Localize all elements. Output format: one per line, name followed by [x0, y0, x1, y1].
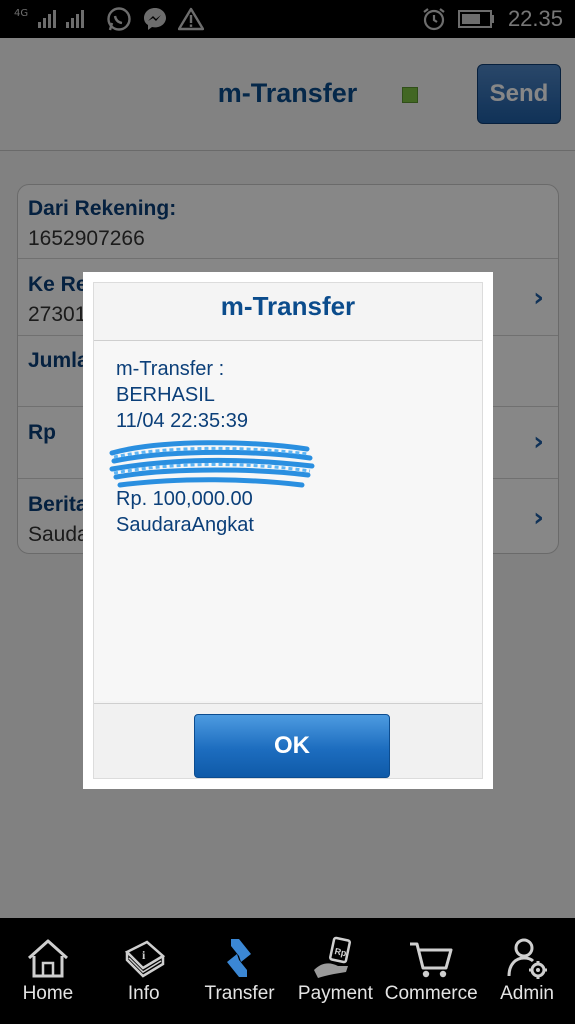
nav-item-admin[interactable]: Admin [479, 918, 575, 1024]
dialog-footer: OK [94, 703, 482, 778]
dialog-title: m-Transfer [94, 283, 482, 341]
nav-label: Transfer [204, 983, 275, 1004]
user-settings-icon [507, 938, 548, 979]
nav-label: Commerce [384, 983, 478, 1004]
svg-text:i: i [142, 948, 146, 962]
transfer-arrows-icon [226, 939, 251, 977]
message-line: BERHASIL [116, 384, 215, 406]
nav-label: Admin [500, 983, 554, 1004]
info-book-icon: i [124, 940, 165, 978]
nav-item-info[interactable]: i Info [96, 918, 192, 1024]
nav-item-commerce[interactable]: Commerce [383, 918, 479, 1024]
nav-label: Payment [297, 983, 373, 1004]
redaction-scribble [109, 440, 315, 488]
message-line: m-Transfer : [116, 358, 225, 380]
payment-hand-icon: Rp [314, 936, 352, 978]
nav-item-home[interactable]: Home [0, 918, 96, 1024]
result-dialog: m-Transfer m-Transfer : BERHASIL 11/04 2… [83, 272, 493, 789]
ok-button[interactable]: OK [194, 714, 390, 778]
home-icon [27, 939, 68, 978]
nav-item-transfer[interactable]: Transfer [192, 918, 288, 1024]
dialog-panel: m-Transfer m-Transfer : BERHASIL 11/04 2… [93, 282, 483, 779]
dialog-body: m-Transfer : BERHASIL 11/04 22:35:39 Rp.… [94, 341, 482, 701]
bottom-nav: Home i Info Transfer Rp Payment Commerce… [0, 918, 575, 1024]
nav-item-payment[interactable]: Rp Payment [287, 918, 383, 1024]
message-line: SaudaraAngkat [116, 514, 254, 536]
cart-icon [410, 942, 453, 978]
nav-label: Home [22, 983, 74, 1004]
nav-label: Info [127, 983, 160, 1004]
